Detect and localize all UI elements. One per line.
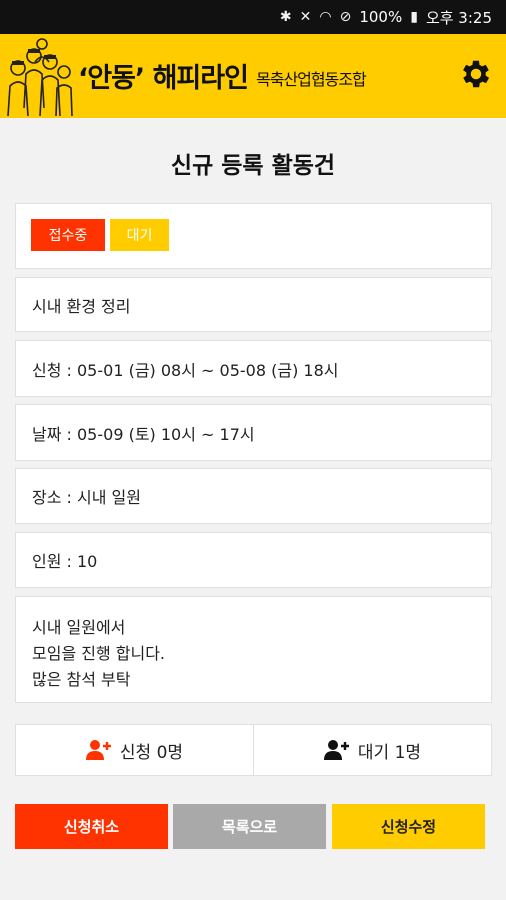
logo-people-illustration [7,38,73,116]
activity-name-card: 시내 환경 정리 [15,277,492,332]
app-header: ‘안동’ 해피라인 목축산업협동조합 [0,34,506,118]
app-title: ‘안동’ 해피라인 [78,63,249,94]
status-badge-receiving: 접수중 [31,219,105,251]
bluetooth-icon: ✱ [279,9,292,25]
description-line: 모임을 진행 합니다. [32,644,166,663]
clock: 오후 3:25 [425,8,492,27]
page-title: 신규 등록 활동건 [170,153,336,179]
back-to-list-button[interactable]: 목록으로 [173,804,326,849]
add-person-icon [85,740,111,760]
people-card: 인원 : 10 [15,532,492,588]
description-line: 많은 참석 부탁 [32,670,131,689]
add-person-icon [323,740,349,760]
do-not-disturb-icon: ⊘ [339,9,352,25]
activity-description: 시내 일원에서 모임을 진행 합니다. 많은 참석 부탁 [32,615,165,693]
status-bar: ✱ ✕ ◠ ⊘ 100% ▮ 오후 3:25 [0,0,506,34]
battery-icon: ▮ [410,9,418,25]
wifi-icon: ◠ [319,9,332,25]
activity-people: 인원 : 10 [32,552,98,571]
activity-name: 시내 환경 정리 [32,296,131,316]
waiting-count-label: 대기 1명 [357,742,422,763]
cancel-application-button[interactable]: 신청취소 [15,804,168,849]
vibrate-mute-icon: ✕ [299,9,312,25]
battery-percent: 100% [359,8,403,26]
waiting-count[interactable]: 대기 1명 [253,725,491,775]
activity-place: 장소 : 시내 일원 [32,488,141,507]
description-line: 시내 일원에서 [32,618,126,637]
status-badges-card: 접수중 대기 [15,203,492,269]
participant-counts: 신청 0명 대기 1명 [15,724,492,776]
app-subtitle: 목축산업협동조합 [256,70,367,89]
date-card: 날짜 : 05-09 (토) 10시 ~ 17시 [15,404,492,461]
description-card: 시내 일원에서 모임을 진행 합니다. 많은 참석 부탁 [15,596,492,703]
activity-date: 날짜 : 05-09 (토) 10시 ~ 17시 [32,424,255,444]
applied-count[interactable]: 신청 0명 [16,725,253,775]
applied-count-label: 신청 0명 [119,742,184,763]
apply-period: 신청 : 05-01 (금) 08시 ~ 05-08 (금) 18시 [32,360,339,380]
edit-application-button[interactable]: 신청수정 [332,804,485,849]
place-card: 장소 : 시내 일원 [15,468,492,524]
status-badge-waiting: 대기 [110,219,169,251]
apply-period-card: 신청 : 05-01 (금) 08시 ~ 05-08 (금) 18시 [15,340,492,397]
gear-icon[interactable] [458,56,494,92]
